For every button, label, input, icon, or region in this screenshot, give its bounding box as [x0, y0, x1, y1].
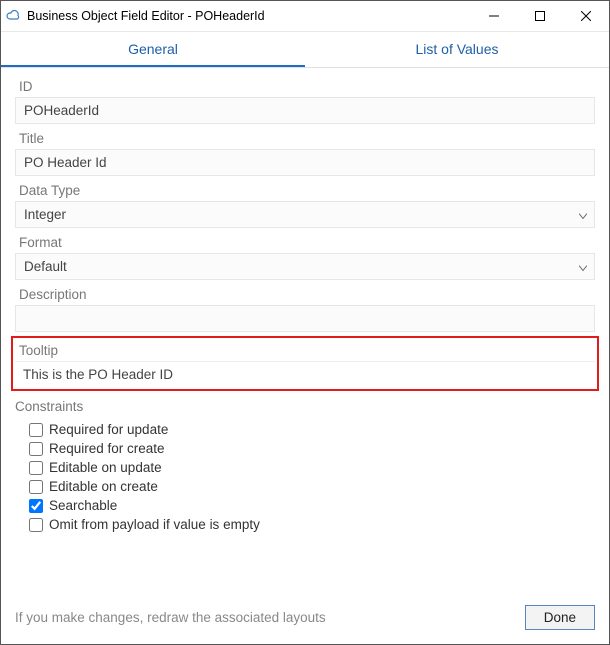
- constraint-omit-payload: Omit from payload if value is empty: [15, 515, 595, 534]
- label-format: Format: [15, 232, 595, 253]
- label-tooltip: Tooltip: [15, 340, 595, 361]
- input-description[interactable]: [15, 305, 595, 332]
- label-description: Description: [15, 284, 595, 305]
- done-button[interactable]: Done: [525, 605, 595, 630]
- constraint-editable-create: Editable on create: [15, 477, 595, 496]
- input-tooltip[interactable]: [15, 361, 595, 387]
- constraint-required-create: Required for create: [15, 439, 595, 458]
- field-id: ID: [15, 76, 595, 124]
- footer: If you make changes, redraw the associat…: [1, 595, 609, 644]
- input-title[interactable]: [15, 149, 595, 176]
- constraint-label: Required for create: [49, 441, 165, 456]
- constraint-searchable: Searchable: [15, 496, 595, 515]
- checkbox-searchable[interactable]: [29, 499, 43, 513]
- field-title: Title: [15, 128, 595, 176]
- input-id[interactable]: [15, 97, 595, 124]
- app-cloud-icon: [1, 8, 25, 24]
- checkbox-editable-update[interactable]: [29, 461, 43, 475]
- close-button[interactable]: [563, 1, 609, 32]
- titlebar: Business Object Field Editor - POHeaderI…: [1, 1, 609, 32]
- checkbox-required-create[interactable]: [29, 442, 43, 456]
- tab-general[interactable]: General: [1, 32, 305, 67]
- constraint-label: Required for update: [49, 422, 168, 437]
- constraint-label: Editable on update: [49, 460, 162, 475]
- label-id: ID: [15, 76, 595, 97]
- select-format[interactable]: [15, 253, 595, 280]
- tooltip-highlight-box: Tooltip: [11, 336, 599, 391]
- maximize-button[interactable]: [517, 1, 563, 32]
- constraint-label: Searchable: [49, 498, 117, 513]
- constraint-label: Omit from payload if value is empty: [49, 517, 260, 532]
- footer-hint: If you make changes, redraw the associat…: [15, 610, 515, 625]
- content-area: ID Title Data Type Format: [1, 68, 609, 595]
- constraint-label: Editable on create: [49, 479, 158, 494]
- tab-list-of-values[interactable]: List of Values: [305, 32, 609, 67]
- field-data-type: Data Type: [15, 180, 595, 228]
- checkbox-required-update[interactable]: [29, 423, 43, 437]
- window-title: Business Object Field Editor - POHeaderI…: [25, 9, 471, 23]
- minimize-button[interactable]: [471, 1, 517, 32]
- window-frame: Business Object Field Editor - POHeaderI…: [0, 0, 610, 645]
- checkbox-omit-payload[interactable]: [29, 518, 43, 532]
- field-format: Format: [15, 232, 595, 280]
- constraint-required-update: Required for update: [15, 420, 595, 439]
- field-tooltip: Tooltip: [15, 340, 595, 387]
- label-data-type: Data Type: [15, 180, 595, 201]
- tab-bar: General List of Values: [1, 32, 609, 68]
- select-data-type[interactable]: [15, 201, 595, 228]
- field-description: Description: [15, 284, 595, 332]
- constraint-editable-update: Editable on update: [15, 458, 595, 477]
- label-title: Title: [15, 128, 595, 149]
- checkbox-editable-create[interactable]: [29, 480, 43, 494]
- label-constraints: Constraints: [15, 395, 595, 420]
